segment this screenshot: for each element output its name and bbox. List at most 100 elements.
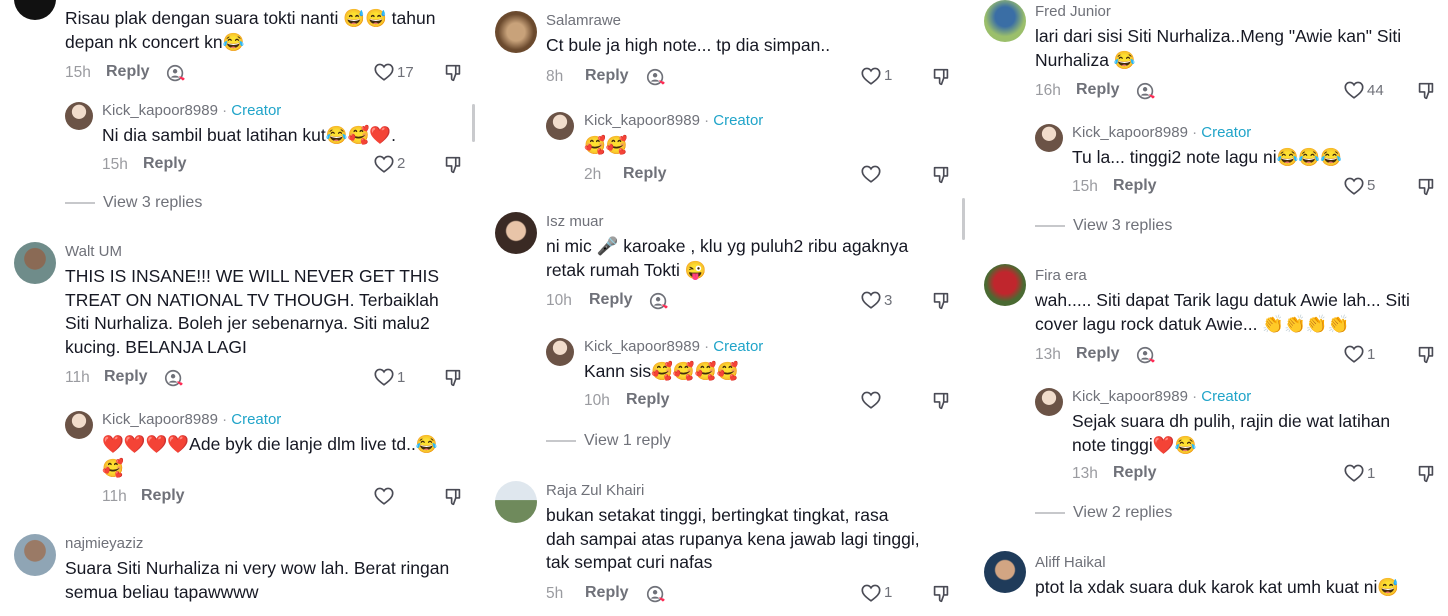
reply-button[interactable]: Reply [1076, 81, 1120, 99]
timestamp: 11h [102, 488, 127, 505]
avatar[interactable] [1035, 388, 1063, 416]
view-replies-button[interactable]: View 3 replies [65, 194, 202, 212]
view-replies-label[interactable]: View 3 replies [1073, 217, 1172, 235]
dislike-icon[interactable] [930, 390, 952, 412]
view-replies-label[interactable]: View 1 reply [584, 432, 671, 450]
author-name[interactable]: najmieyaziz [65, 535, 449, 553]
reply-button[interactable]: Reply [623, 165, 667, 183]
dislike-icon[interactable] [442, 154, 464, 176]
like-button[interactable]: 1 [860, 65, 892, 87]
comment-author[interactable]: Kick_kapoor8989 · Creator [1072, 124, 1440, 142]
author-name[interactable]: Kick_kapoor8989 [1072, 388, 1188, 405]
author-name[interactable]: Walt UM [65, 243, 470, 261]
timestamp: 13h [1072, 465, 1098, 482]
avatar[interactable] [65, 411, 93, 439]
like-button[interactable]: 17 [373, 61, 414, 83]
separator: · [699, 338, 714, 355]
reply-button[interactable]: Reply [143, 155, 187, 173]
dislike-icon[interactable] [1415, 176, 1437, 198]
dislike-icon[interactable] [442, 62, 464, 84]
avatar[interactable] [1035, 124, 1063, 152]
comment-author[interactable]: Kick_kapoor8989 · Creator [102, 102, 470, 120]
dislike-icon[interactable] [442, 367, 464, 389]
like-button[interactable] [860, 389, 882, 411]
comment-meta: 10h Reply [584, 388, 952, 414]
dislike-icon[interactable] [930, 66, 952, 88]
like-button[interactable]: 5 [1343, 175, 1375, 197]
comment-author[interactable]: Kick_kapoor8989 · Creator [1072, 388, 1440, 406]
comment-text: Kann sis🥰🥰🥰🥰 [584, 361, 739, 381]
comment-meta: 15h Reply 17 [65, 60, 470, 86]
scrollbar[interactable] [472, 104, 475, 142]
like-button[interactable]: 1 [1343, 462, 1375, 484]
author-name[interactable]: Kick_kapoor8989 [102, 411, 218, 428]
avatar[interactable] [14, 534, 56, 576]
comment-text-line: dah sampai atas rupanya kena jawab lagi … [546, 528, 920, 549]
author-name[interactable]: Raja Zul Khairi [546, 482, 951, 500]
comment-text: Tu la... tinggi2 note lagu ni😂😂😂 [1072, 147, 1342, 167]
avatar[interactable] [984, 264, 1026, 306]
separator: · [217, 102, 232, 119]
avatar[interactable] [14, 242, 56, 284]
timestamp: 8h [546, 67, 564, 85]
view-replies-button[interactable]: View 3 replies [1035, 217, 1172, 235]
like-button[interactable]: 1 [1343, 343, 1375, 365]
comment-text: ❤️❤️❤️❤️Ade byk die lanje dlm live td..😂 [102, 434, 438, 454]
avatar[interactable] [495, 481, 537, 523]
avatar[interactable] [65, 102, 93, 130]
avatar[interactable] [495, 11, 537, 53]
dislike-icon[interactable] [1415, 344, 1437, 366]
avatar[interactable] [14, 0, 56, 20]
author-name[interactable]: Kick_kapoor8989 [102, 102, 218, 119]
heart-icon [1343, 175, 1365, 197]
dislike-icon[interactable] [1415, 463, 1437, 485]
avatar[interactable] [495, 212, 537, 254]
avatar[interactable] [546, 338, 574, 366]
reply-button[interactable]: Reply [1113, 177, 1157, 195]
like-button[interactable]: 44 [1343, 79, 1384, 101]
view-replies-label[interactable]: View 3 replies [103, 194, 202, 212]
avatar[interactable] [546, 112, 574, 140]
view-replies-button[interactable]: View 2 replies [1035, 504, 1172, 522]
like-button[interactable] [860, 163, 882, 185]
dislike-icon[interactable] [442, 486, 464, 508]
reply-button[interactable]: Reply [104, 368, 148, 386]
like-button[interactable] [373, 485, 395, 507]
view-replies-button[interactable]: View 1 reply [546, 432, 671, 450]
reply-button[interactable]: Reply [1076, 345, 1120, 363]
like-button[interactable]: 1 [860, 582, 892, 604]
heart-icon [860, 289, 882, 311]
avatar[interactable] [984, 0, 1026, 42]
reply-button[interactable]: Reply [589, 291, 633, 309]
reply-button[interactable]: Reply [626, 391, 670, 409]
author-name[interactable]: Fred Junior [1035, 3, 1440, 21]
dislike-icon[interactable] [930, 583, 952, 605]
reply-button[interactable]: Reply [1113, 464, 1157, 482]
author-name[interactable]: Fira era [1035, 267, 1440, 285]
separator: · [217, 411, 232, 428]
dislike-icon[interactable] [930, 164, 952, 186]
heart-icon [373, 61, 395, 83]
dislike-icon[interactable] [1415, 80, 1437, 102]
dislike-icon[interactable] [930, 290, 952, 312]
reply-button[interactable]: Reply [585, 67, 629, 85]
comment-author[interactable]: Kick_kapoor8989 · Creator [584, 112, 952, 130]
reply-button[interactable]: Reply [141, 487, 185, 505]
like-button[interactable]: 1 [373, 366, 405, 388]
author-name[interactable]: Salamrawe [546, 12, 951, 30]
author-name[interactable]: Kick_kapoor8989 [1072, 124, 1188, 141]
avatar[interactable] [984, 551, 1026, 593]
author-name[interactable]: Isz muar [546, 213, 951, 231]
like-button[interactable]: 2 [373, 153, 405, 175]
like-button[interactable]: 3 [860, 289, 892, 311]
view-replies-label[interactable]: View 2 replies [1073, 504, 1172, 522]
author-name[interactable]: Kick_kapoor8989 [584, 338, 700, 355]
scrollbar[interactable] [962, 198, 965, 240]
comment-author[interactable]: Kick_kapoor8989 · Creator [102, 411, 470, 429]
comment-author[interactable]: Kick_kapoor8989 · Creator [584, 338, 952, 356]
reply-button[interactable]: Reply [585, 584, 629, 602]
reply-button[interactable]: Reply [106, 63, 150, 81]
comment-meta: 2h Reply [584, 162, 952, 188]
author-name[interactable]: Kick_kapoor8989 [584, 112, 700, 129]
author-name[interactable]: Aliff Haikal [1035, 554, 1399, 572]
